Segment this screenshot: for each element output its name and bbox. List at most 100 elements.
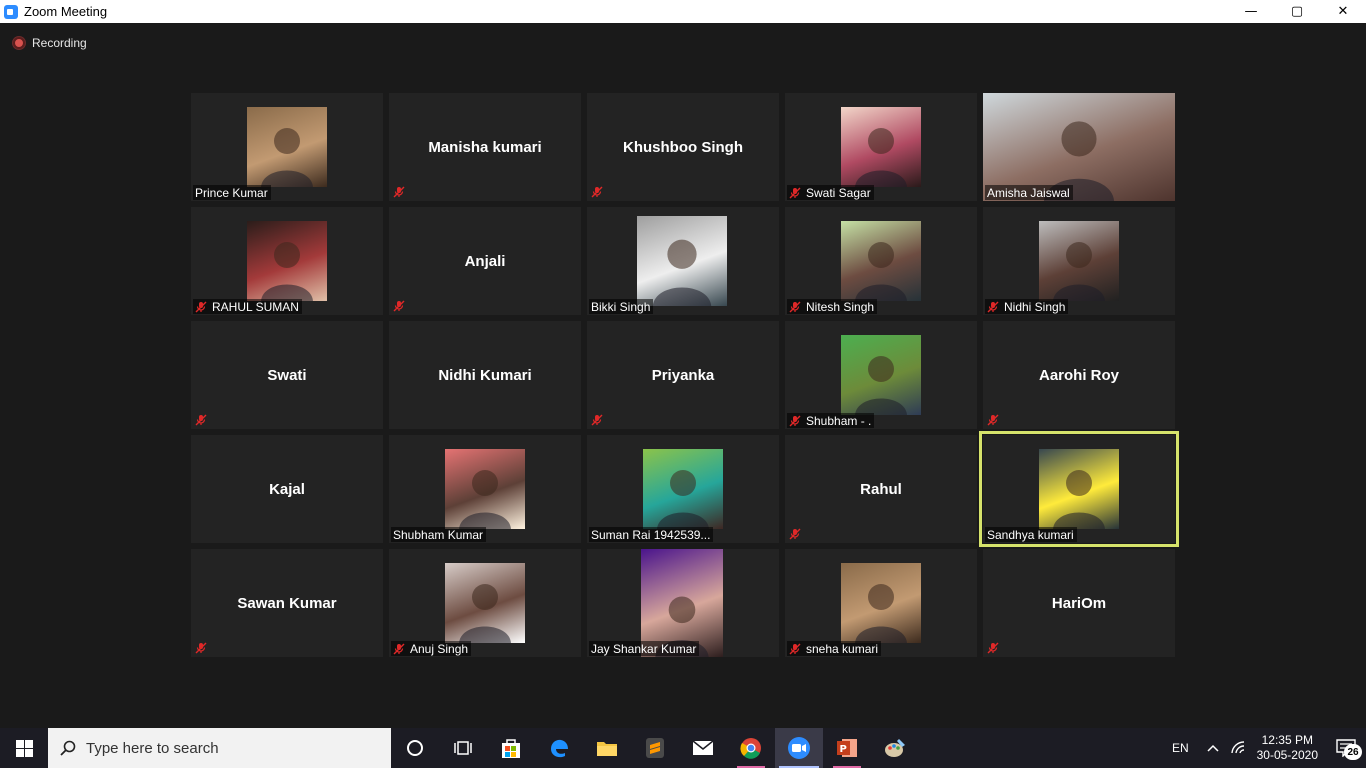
taskbar-powerpoint[interactable]: P	[823, 728, 871, 768]
participant-tile[interactable]: Aarohi Roy	[983, 321, 1175, 429]
participant-tile[interactable]: Priyanka	[587, 321, 779, 429]
taskbar-store[interactable]	[487, 728, 535, 768]
participant-name: HariOm	[1051, 594, 1107, 612]
participant-video	[643, 449, 723, 529]
participant-video	[637, 216, 727, 306]
participant-tile[interactable]: HariOm	[983, 549, 1175, 657]
search-icon	[60, 740, 76, 756]
participant-name: Kajal	[269, 480, 305, 498]
cortana-circle-icon	[407, 740, 423, 756]
taskbar-mail[interactable]	[679, 728, 727, 768]
participant-video	[841, 563, 921, 643]
participant-name-label: Shubham - .	[787, 413, 875, 428]
sublime-text-icon	[646, 738, 664, 758]
participant-tile[interactable]: Prince Kumar	[191, 93, 383, 201]
taskbar-paint[interactable]	[871, 728, 919, 768]
muted-mic-icon	[987, 301, 999, 313]
participant-name: RAHUL SUMAN	[212, 299, 299, 314]
recording-indicator[interactable]: Recording	[13, 36, 87, 50]
participant-name-label: Shubham Kumar	[391, 527, 487, 542]
task-view-button[interactable]	[439, 728, 487, 768]
participant-name: Manisha kumari	[428, 138, 542, 156]
participant-name: Anjali	[464, 252, 506, 270]
taskbar-file-explorer[interactable]	[583, 728, 631, 768]
participant-name: sneha kumari	[806, 641, 879, 656]
zoom-app-icon	[4, 4, 18, 19]
participant-video	[1039, 449, 1119, 529]
participant-name: Shubham Kumar	[393, 527, 484, 542]
participant-tile[interactable]: Rahul	[785, 435, 977, 543]
participant-tile[interactable]: Bikki Singh	[587, 207, 779, 315]
taskbar-chrome[interactable]	[727, 728, 775, 768]
participant-tile[interactable]: Sandhya kumari	[979, 431, 1179, 547]
muted-mic-icon	[789, 528, 801, 540]
participant-name: Anuj Singh	[410, 641, 469, 656]
window-controls: — ▢ ✕	[1228, 0, 1366, 23]
gallery-view: Prince Kumar Manisha kumari Khushboo Singh…	[191, 93, 1179, 657]
participant-video	[445, 449, 525, 529]
zoom-icon	[788, 737, 810, 759]
participant-video	[841, 335, 921, 415]
participant-tile[interactable]: Nidhi Kumari	[389, 321, 581, 429]
participant-tile[interactable]: Amisha Jaiswal	[983, 93, 1175, 201]
muted-mic-icon	[393, 186, 405, 198]
participant-tile[interactable]: Manisha kumari	[389, 93, 581, 201]
chevron-up-icon[interactable]	[1207, 744, 1219, 752]
participant-name-label: Nidhi Singh	[985, 299, 1069, 314]
language-indicator[interactable]: EN	[1172, 741, 1189, 755]
clock[interactable]: 12:35 PM 30-05-2020	[1257, 733, 1318, 763]
action-center-button[interactable]: 26	[1332, 734, 1362, 762]
participant-name: Bikki Singh	[591, 299, 651, 314]
participant-tile[interactable]: Suman Rai 1942539...	[587, 435, 779, 543]
participant-tile[interactable]: Anuj Singh	[389, 549, 581, 657]
taskbar-zoom[interactable]	[775, 728, 823, 768]
participant-video	[841, 221, 921, 301]
taskbar-sublime-text[interactable]	[631, 728, 679, 768]
participant-name: Rahul	[860, 480, 902, 498]
participant-video	[1039, 221, 1119, 301]
participant-tile[interactable]: Shubham - .	[785, 321, 977, 429]
clock-date: 30-05-2020	[1256, 748, 1318, 762]
edge-browser-icon	[551, 739, 568, 758]
participant-tile[interactable]: RAHUL SUMAN	[191, 207, 383, 315]
participant-tile[interactable]: Swati Sagar	[785, 93, 977, 201]
muted-mic-icon	[987, 414, 999, 426]
wifi-icon[interactable]	[1230, 741, 1247, 755]
participant-tile[interactable]: Khushboo Singh	[587, 93, 779, 201]
participant-tile[interactable]: Nidhi Singh	[983, 207, 1175, 315]
muted-mic-icon	[789, 301, 801, 313]
window-title: Zoom Meeting	[24, 4, 108, 19]
participant-name: Sandhya kumari	[987, 527, 1074, 542]
participant-name: Swati	[267, 366, 307, 384]
participant-name: Amisha Jaiswal	[987, 185, 1070, 200]
powerpoint-icon: P	[837, 739, 857, 757]
start-button[interactable]	[0, 728, 48, 768]
participant-tile[interactable]: Jay Shankar Kumar	[587, 549, 779, 657]
taskbar-search-box[interactable]: Type here to search	[48, 728, 391, 768]
participant-tile[interactable]: Kajal	[191, 435, 383, 543]
muted-mic-icon	[987, 642, 999, 654]
participant-name-label: RAHUL SUMAN	[193, 299, 302, 314]
participant-name-label: Prince Kumar	[193, 185, 271, 200]
close-button[interactable]: ✕	[1320, 0, 1366, 23]
maximize-button[interactable]: ▢	[1274, 0, 1320, 23]
cortana-button[interactable]	[391, 728, 439, 768]
participant-tile[interactable]: Anjali	[389, 207, 581, 315]
participant-video	[445, 563, 525, 643]
svg-text:P: P	[840, 744, 847, 755]
clock-time: 12:35 PM	[1261, 733, 1313, 747]
muted-mic-icon	[195, 414, 207, 426]
minimize-button[interactable]: —	[1228, 0, 1274, 23]
muted-mic-icon	[789, 187, 801, 199]
participant-name-label: Swati Sagar	[787, 185, 874, 200]
muted-mic-icon	[789, 643, 801, 655]
taskbar-edge[interactable]	[535, 728, 583, 768]
participant-tile[interactable]: Sawan Kumar	[191, 549, 383, 657]
participant-tile[interactable]: Swati	[191, 321, 383, 429]
participant-tile[interactable]: sneha kumari	[785, 549, 977, 657]
participant-tile[interactable]: Nitesh Singh	[785, 207, 977, 315]
participant-name-label: Amisha Jaiswal	[985, 185, 1073, 200]
participant-name: Aarohi Roy	[1038, 366, 1119, 384]
participant-name-label: Sandhya kumari	[985, 527, 1077, 542]
participant-tile[interactable]: Shubham Kumar	[389, 435, 581, 543]
